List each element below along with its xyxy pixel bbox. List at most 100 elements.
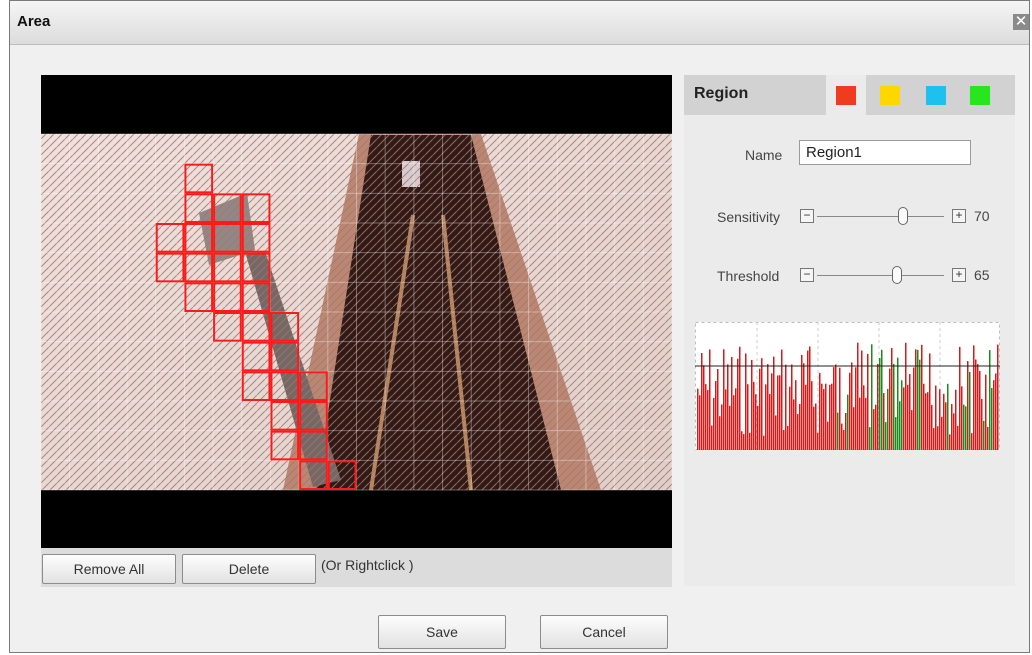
- motion-bar: [789, 386, 791, 450]
- motion-bar: [763, 435, 765, 450]
- motion-bar: [797, 414, 799, 450]
- motion-bar: [731, 357, 733, 450]
- motion-bar: [915, 349, 917, 450]
- threshold-plus-icon[interactable]: +: [952, 268, 966, 282]
- region-title: Region: [694, 85, 749, 102]
- motion-bar: [947, 383, 949, 450]
- motion-bar: [911, 410, 913, 450]
- region-color-tab-red[interactable]: [826, 75, 866, 115]
- sensitivity-plus-icon[interactable]: +: [952, 209, 966, 223]
- region-panel: Region Name Sensitivity −: [684, 75, 1015, 586]
- motion-bar: [733, 395, 735, 450]
- sensitivity-minus-icon[interactable]: −: [800, 209, 814, 223]
- motion-bar: [863, 385, 865, 450]
- video-preview[interactable]: [41, 75, 672, 548]
- motion-bar: [777, 375, 779, 450]
- letterbox-top: [41, 75, 672, 134]
- sensitivity-track[interactable]: [817, 216, 944, 217]
- letterbox-bottom: [41, 490, 672, 548]
- motion-bar: [703, 365, 705, 450]
- motion-bar: [901, 380, 903, 450]
- threshold-track[interactable]: [817, 275, 944, 276]
- motion-bar: [973, 345, 975, 450]
- green-swatch: [970, 86, 990, 105]
- motion-bar: [921, 344, 923, 450]
- motion-bar: [787, 425, 789, 450]
- motion-bar: [919, 359, 921, 450]
- motion-bar: [895, 417, 897, 450]
- motion-bar: [969, 371, 971, 450]
- motion-bar: [713, 397, 715, 450]
- close-icon[interactable]: ✕: [1013, 14, 1029, 30]
- motion-bar: [709, 349, 711, 450]
- motion-bar: [945, 402, 947, 450]
- motion-bar: [925, 393, 927, 450]
- motion-bar: [989, 350, 991, 450]
- region-tab-bar: Region: [684, 75, 1015, 115]
- threshold-slider[interactable]: − + 65: [800, 266, 1000, 286]
- motion-bar: [913, 367, 915, 450]
- motion-bar: [779, 375, 781, 450]
- motion-bar: [917, 349, 919, 450]
- motion-bar: [737, 358, 739, 450]
- motion-bar: [827, 421, 829, 450]
- motion-bar: [821, 383, 823, 450]
- cancel-button[interactable]: Cancel: [540, 615, 668, 649]
- motion-bar: [855, 367, 857, 450]
- motion-bar: [817, 432, 819, 450]
- motion-bar: [851, 362, 853, 450]
- motion-bar: [837, 412, 839, 450]
- motion-bar: [843, 430, 845, 450]
- motion-bar: [971, 433, 973, 450]
- motion-bar: [807, 350, 809, 450]
- motion-bar: [943, 393, 945, 450]
- motion-bar: [991, 388, 993, 450]
- motion-bar: [809, 346, 811, 450]
- title-bar: Area ✕: [10, 1, 1029, 45]
- motion-bar: [939, 389, 941, 450]
- save-button[interactable]: Save: [378, 615, 506, 649]
- motion-bar: [857, 342, 859, 450]
- threshold-thumb[interactable]: [892, 266, 902, 284]
- area-dialog: Area ✕ Remove All Delete (Or Rightclick …: [9, 0, 1030, 653]
- region-color-tab-blue[interactable]: [916, 75, 956, 115]
- sensitivity-thumb[interactable]: [898, 207, 908, 225]
- region-name-input[interactable]: [799, 140, 971, 165]
- motion-bar: [711, 425, 713, 450]
- motion-bar: [935, 385, 937, 450]
- motion-bar: [981, 398, 983, 450]
- motion-bar: [761, 358, 763, 450]
- region-color-tab-yellow[interactable]: [870, 75, 910, 115]
- motion-bar: [715, 381, 717, 450]
- motion-bar: [767, 364, 769, 450]
- motion-bar: [747, 384, 749, 450]
- motion-bar: [719, 416, 721, 450]
- motion-bar: [997, 344, 999, 450]
- motion-bar: [865, 397, 867, 450]
- motion-bar: [815, 403, 817, 450]
- region-color-tab-green[interactable]: [960, 75, 1000, 115]
- motion-bar: [949, 434, 951, 450]
- motion-bar: [765, 384, 767, 450]
- motion-bar: [701, 352, 703, 450]
- threshold-minus-icon[interactable]: −: [800, 268, 814, 282]
- motion-bar: [781, 349, 783, 450]
- motion-bar: [835, 364, 837, 450]
- threshold-value: 65: [974, 267, 990, 283]
- motion-bar: [861, 350, 863, 450]
- motion-bar: [909, 374, 911, 450]
- motion-bar: [803, 363, 805, 450]
- sensitivity-label: Sensitivity: [717, 209, 781, 225]
- motion-bar: [967, 361, 969, 450]
- motion-bar: [811, 381, 813, 450]
- motion-bar: [879, 358, 881, 450]
- remove-all-button[interactable]: Remove All: [42, 554, 176, 584]
- motion-bar: [785, 364, 787, 450]
- motion-bar: [897, 357, 899, 450]
- motion-bar: [697, 388, 699, 450]
- delete-button[interactable]: Delete: [182, 554, 316, 584]
- motion-bar: [959, 346, 961, 450]
- video-canvas[interactable]: [41, 75, 672, 548]
- motion-bar: [741, 431, 743, 450]
- sensitivity-slider[interactable]: − + 70: [800, 207, 1000, 227]
